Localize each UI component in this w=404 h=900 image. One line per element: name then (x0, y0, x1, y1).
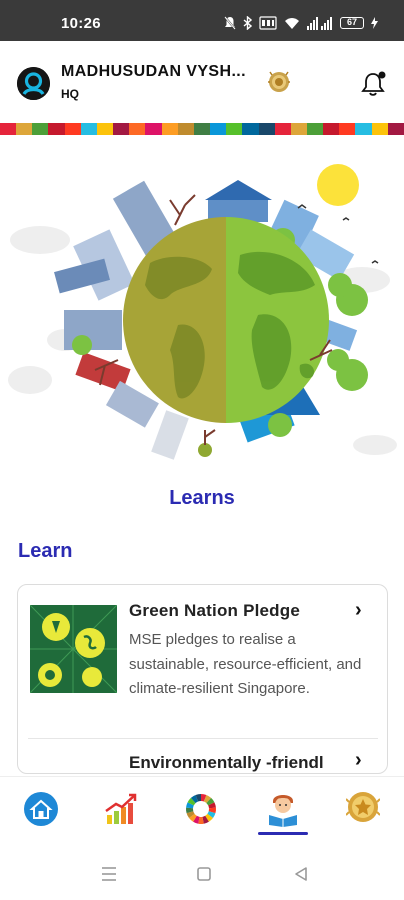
chevron-right-icon[interactable]: › (355, 599, 362, 622)
home-square-icon[interactable] (193, 864, 215, 884)
user-avatar-icon (17, 67, 50, 100)
volte-icon (259, 16, 277, 30)
sdg-color-segment (32, 123, 49, 135)
home-icon (24, 792, 58, 826)
charging-icon (371, 17, 378, 29)
signal-icon (307, 16, 332, 30)
sdg-color-segment (306, 123, 324, 135)
card-title: Environmentally -friendl (129, 753, 324, 772)
user-org: HQ (61, 87, 79, 101)
nav-sdg[interactable] (172, 777, 232, 841)
nav-progress[interactable] (91, 777, 151, 841)
sdg-color-segment (161, 123, 178, 135)
sdg-color-segment (145, 123, 162, 135)
sdg-color-segment (274, 123, 291, 135)
sdg-color-segment (371, 123, 388, 135)
card-title: Green Nation Pledge (129, 601, 301, 620)
menu-icon[interactable] (98, 864, 120, 884)
sdg-color-segment (113, 123, 130, 135)
green-pledge-thumbnail-icon (30, 605, 117, 693)
learn-card-list: Green Nation Pledge › MSE pledges to rea… (17, 584, 388, 774)
card-divider (28, 738, 378, 739)
earth-globe (123, 217, 329, 423)
sdg-color-segment (210, 123, 227, 135)
bell-icon[interactable] (360, 69, 388, 97)
sdg-color-segment (355, 123, 372, 135)
sdg-color-segment (129, 123, 146, 135)
status-time: 10:26 (61, 15, 101, 32)
learner-icon (269, 795, 297, 827)
bottom-navigation (0, 776, 404, 840)
active-tab-indicator (258, 832, 308, 835)
sdg-color-segment (323, 123, 340, 135)
sdg-color-segment (48, 123, 65, 135)
sdg-color-segment (16, 123, 33, 135)
sdg-color-segment (258, 123, 275, 135)
system-navigation-bar (0, 840, 404, 900)
bluetooth-icon (243, 16, 252, 30)
sdg-color-segment (64, 123, 81, 135)
user-name: MADHUSUDAN VYSH... (61, 63, 246, 80)
sdg-color-segment (339, 123, 356, 135)
sdg-color-segment (96, 123, 114, 135)
nav-rewards[interactable] (334, 777, 394, 841)
sdg-color-segment (193, 123, 211, 135)
back-triangle-icon[interactable] (290, 864, 312, 884)
wifi-icon (285, 17, 299, 29)
avatar[interactable] (17, 67, 50, 100)
sdg-color-segment (242, 123, 259, 135)
nav-home[interactable] (11, 777, 71, 841)
status-bar: 10:26 67 (0, 0, 404, 41)
sdg-color-segment (387, 123, 404, 135)
hero-title: Learns (169, 487, 235, 509)
sdg-color-segment (177, 123, 194, 135)
rank-badge-icon[interactable] (268, 70, 290, 94)
chevron-right-icon[interactable]: › (355, 749, 362, 772)
sdg-color-segment (0, 123, 17, 135)
sdg-color-segment (290, 123, 307, 135)
card-description: MSE pledges to realise a sustainable, re… (129, 631, 362, 697)
sdg-color-segment (226, 123, 243, 135)
app-header: MADHUSUDAN VYSH... HQ (0, 41, 404, 123)
battery-icon: 67 (340, 17, 364, 29)
mute-icon (224, 16, 236, 30)
sdg-color-strip (0, 123, 404, 135)
status-icons: 67 (224, 15, 378, 31)
sdg-color-segment (80, 123, 97, 135)
award-medal-icon (346, 792, 380, 822)
growth-chart-icon (105, 793, 137, 824)
earth-city-illustration (8, 164, 397, 460)
sdg-wheel-icon (186, 794, 216, 824)
section-title: Learn (18, 540, 73, 562)
sun-icon (317, 164, 359, 206)
